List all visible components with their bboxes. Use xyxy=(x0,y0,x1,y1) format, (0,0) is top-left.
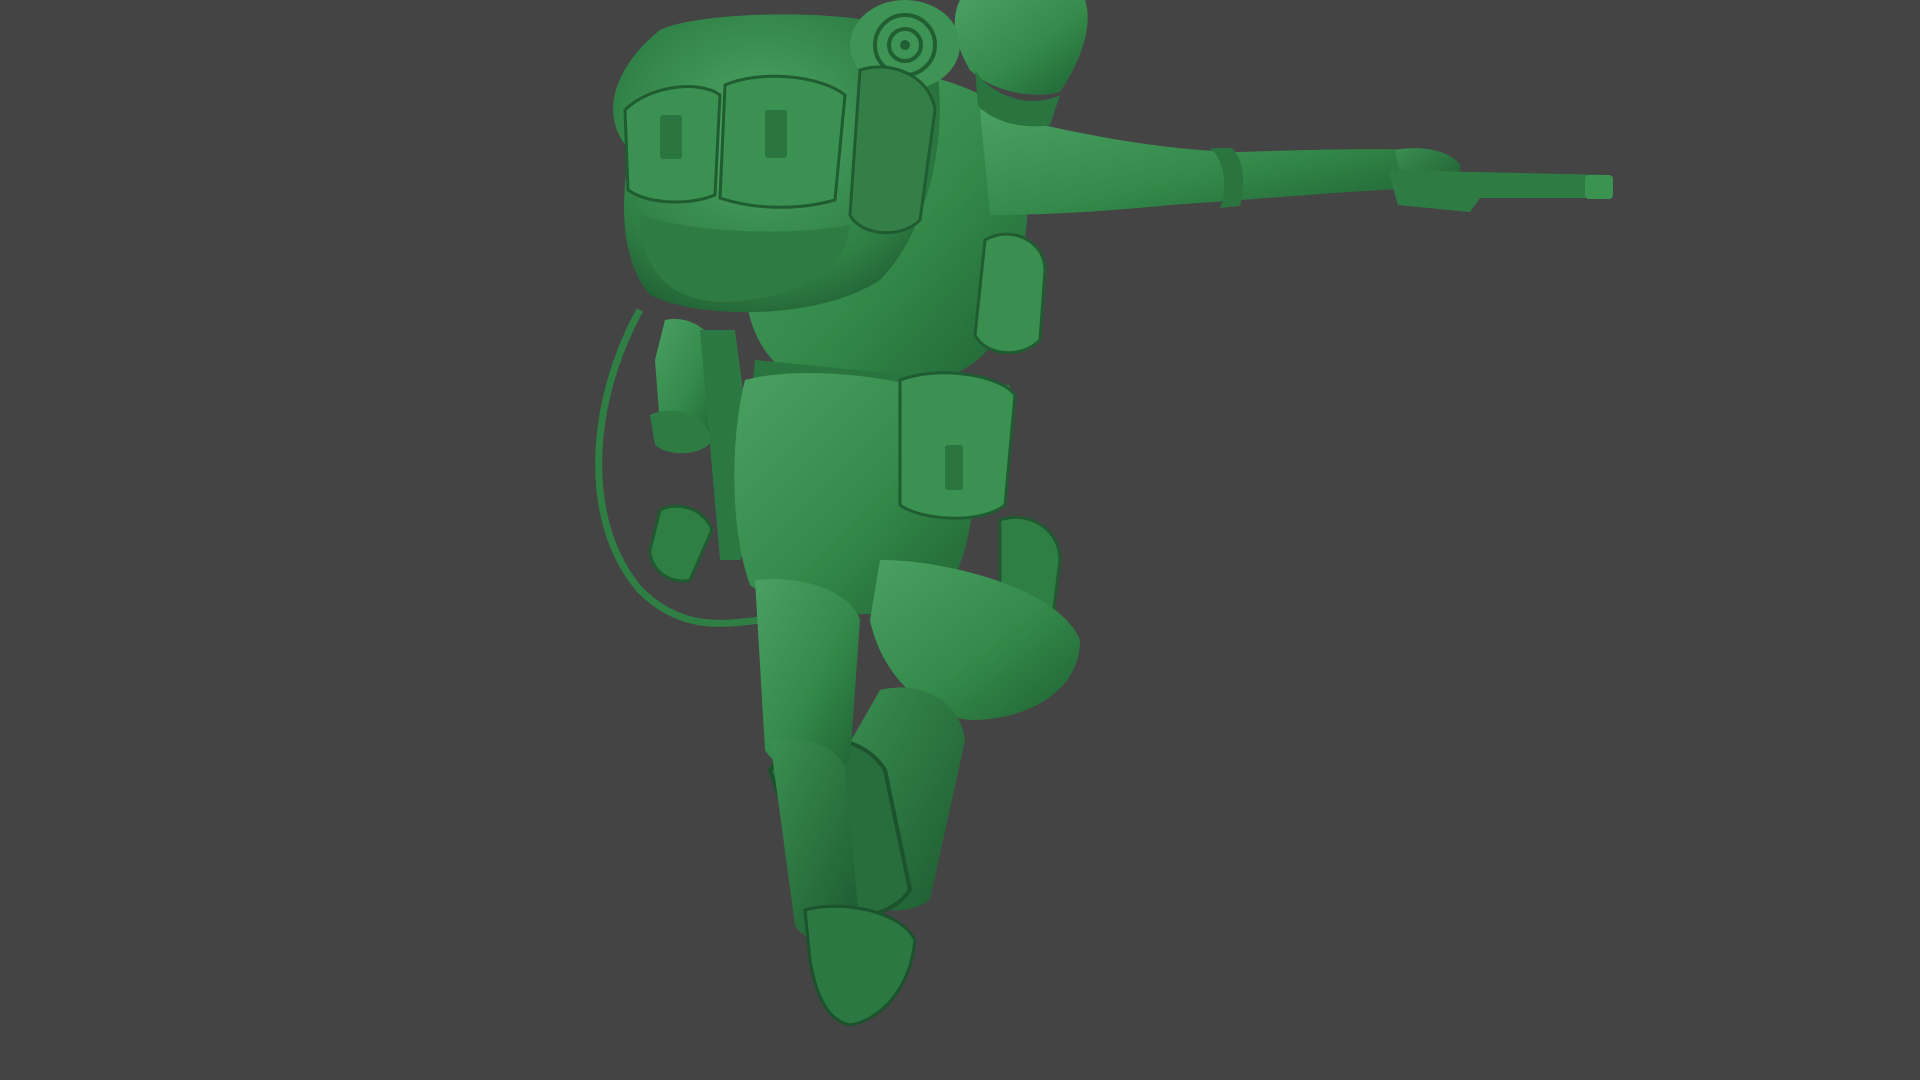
extended-arm xyxy=(980,110,1420,215)
left-boot xyxy=(803,904,917,1027)
side-pouch xyxy=(973,232,1047,355)
3d-viewport[interactable] xyxy=(0,0,1920,1080)
head xyxy=(954,0,1088,95)
pistol xyxy=(1388,170,1612,212)
soldier-model[interactable] xyxy=(0,0,1920,1080)
pistol-muzzle xyxy=(1585,175,1613,199)
backpack-side-pouch xyxy=(848,65,937,235)
rifle-magazine xyxy=(648,504,714,583)
